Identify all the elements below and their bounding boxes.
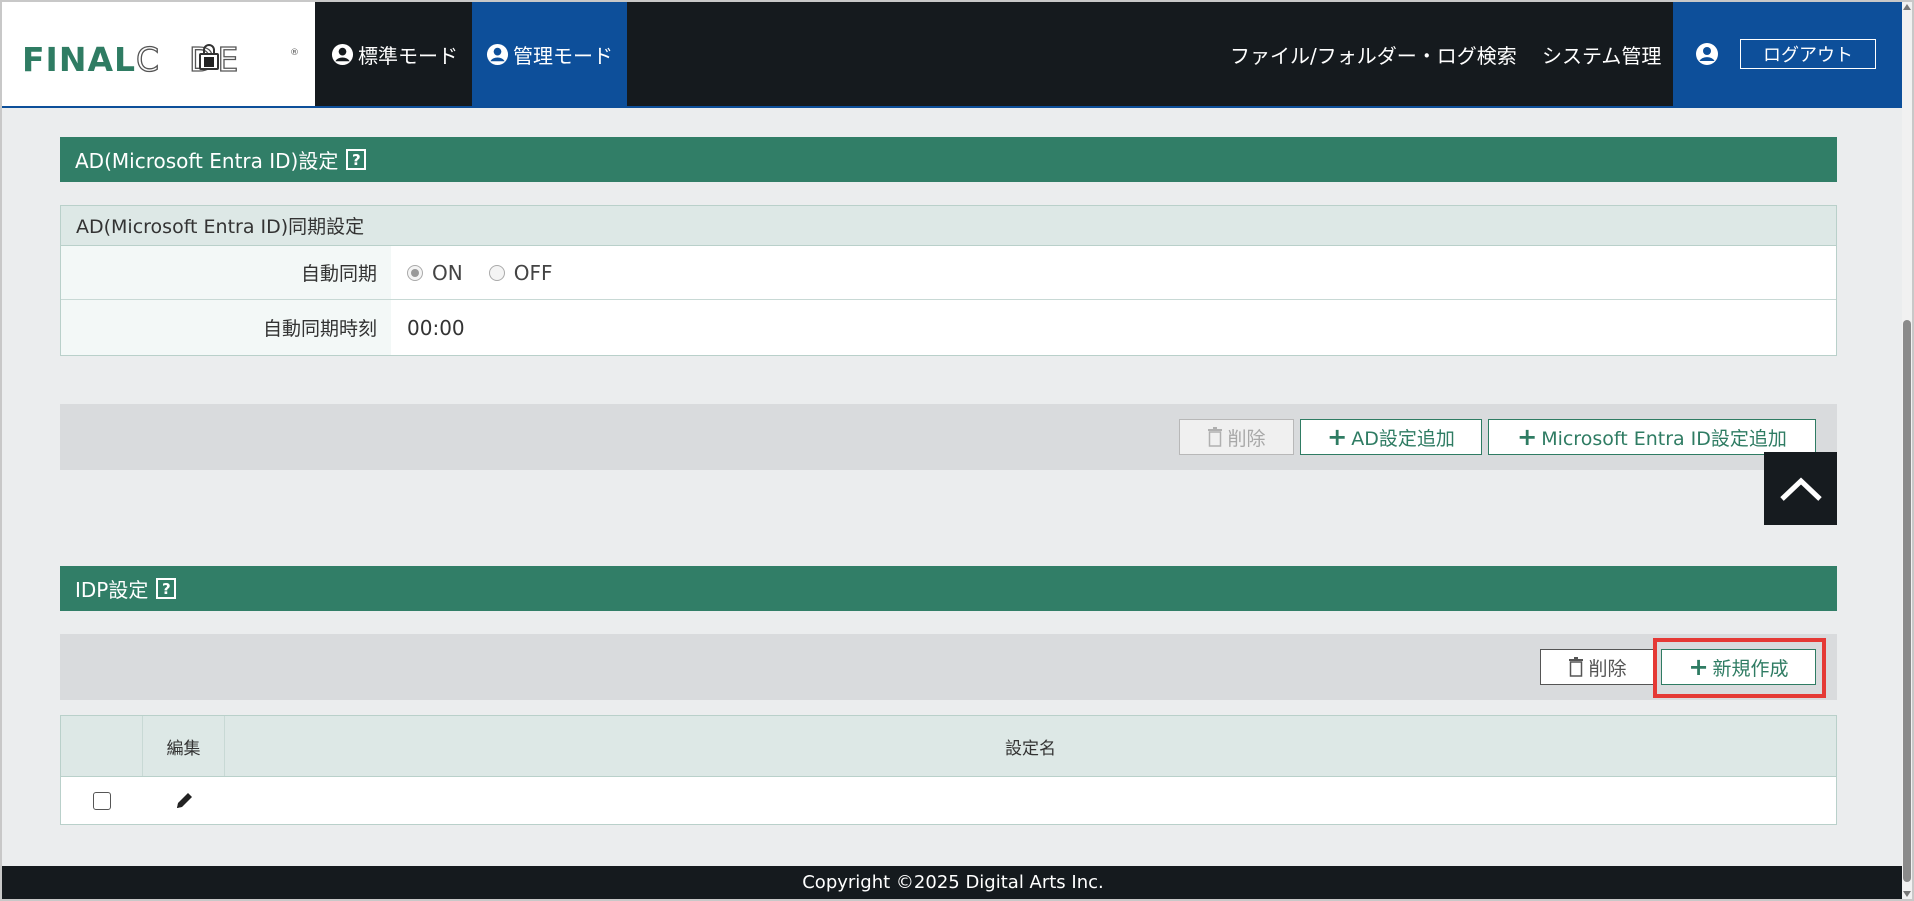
ad-settings-title: AD(Microsoft Entra ID)設定: [75, 149, 339, 173]
ad-sync-title: AD(Microsoft Entra ID)同期設定: [61, 206, 1836, 246]
scrollbar-thumb[interactable]: [1903, 320, 1911, 882]
setting-name-cell: [225, 777, 1836, 824]
finalcode-logo[interactable]: FINALC DE ®: [2, 2, 315, 106]
auto-sync-label: 自動同期: [61, 246, 391, 299]
scroll-to-top-button[interactable]: [1764, 452, 1837, 525]
admin-mode-label: 管理モード: [513, 43, 613, 68]
scroll-down-arrow-icon[interactable]: [1903, 891, 1911, 897]
user-circle-icon: [331, 43, 354, 65]
add-entra-id-settings-button[interactable]: + Microsoft Entra ID設定追加: [1488, 419, 1816, 455]
vertical-scrollbar[interactable]: [1902, 2, 1912, 899]
radio-selected-icon: [407, 264, 423, 281]
auto-sync-row: 自動同期 ON OFF: [61, 246, 1836, 300]
ad-delete-label: 削除: [1227, 427, 1266, 450]
auto-sync-time-row: 自動同期時刻 00:00: [61, 300, 1836, 355]
column-header-setting-name: 設定名: [1005, 738, 1056, 759]
footer: Copyright ©2025 Digital Arts Inc.: [2, 866, 1904, 899]
idp-delete-button[interactable]: 削除: [1540, 649, 1655, 685]
admin-mode-button[interactable]: 管理モード: [472, 2, 627, 106]
column-header-select: [61, 716, 143, 776]
lock-icon: [199, 44, 219, 70]
radio-unselected-icon: [488, 264, 505, 281]
ad-sync-settings-panel: AD(Microsoft Entra ID)同期設定 自動同期 ON OFF 自…: [60, 205, 1837, 356]
auto-sync-off-radio[interactable]: OFF: [488, 260, 553, 285]
nav-system-management[interactable]: システム管理: [1542, 2, 1661, 106]
auto-sync-time-label: 自動同期時刻: [61, 300, 391, 355]
trash-icon: [1569, 657, 1584, 677]
highlight-box: [1653, 638, 1826, 698]
auto-sync-time-value: 00:00: [407, 315, 465, 340]
logout-button[interactable]: ログアウト: [1740, 39, 1876, 69]
ad-toolbar: 削除 + AD設定追加 + Microsoft Entra ID設定追加: [60, 404, 1837, 470]
user-area: ログアウト: [1673, 2, 1904, 106]
add-entra-label: Microsoft Entra ID設定追加: [1541, 427, 1787, 450]
help-icon[interactable]: ?: [346, 149, 367, 170]
column-header-edit: 編集: [143, 716, 225, 776]
add-ad-settings-button[interactable]: + AD設定追加: [1300, 419, 1482, 455]
radio-on-label: ON: [432, 260, 463, 285]
top-header: FINALC DE ® 標準モード 管理モード ファイル/フォルダー・ログ検索 …: [2, 2, 1904, 108]
standard-mode-button[interactable]: 標準モード: [315, 2, 472, 106]
trash-icon: [1208, 427, 1223, 447]
idp-toolbar: 削除 + 新規作成: [60, 634, 1837, 700]
registered-mark: ®: [290, 48, 299, 58]
user-circle-icon: [486, 43, 509, 65]
add-ad-label: AD設定追加: [1351, 427, 1455, 450]
pencil-edit-icon[interactable]: [174, 791, 194, 811]
radio-off-label: OFF: [513, 260, 553, 285]
row-checkbox[interactable]: [93, 791, 111, 810]
plus-icon: +: [1517, 423, 1538, 451]
idp-delete-label: 削除: [1588, 657, 1627, 680]
ad-settings-header: AD(Microsoft Entra ID)設定 ?: [60, 137, 1837, 182]
idp-settings-header: IDP設定 ?: [60, 566, 1837, 611]
idp-settings-title: IDP設定: [75, 578, 149, 602]
ad-delete-button[interactable]: 削除: [1179, 419, 1294, 455]
standard-mode-label: 標準モード: [358, 43, 458, 68]
help-icon[interactable]: ?: [156, 578, 177, 599]
idp-table: 編集 設定名: [60, 715, 1837, 825]
account-icon[interactable]: [1695, 42, 1719, 66]
table-row: [61, 777, 1836, 824]
table-header: 編集 設定名: [61, 716, 1836, 777]
plus-icon: +: [1327, 423, 1348, 451]
chevron-up-icon: [1779, 477, 1822, 501]
nav-file-log-search[interactable]: ファイル/フォルダー・ログ検索: [1230, 2, 1517, 106]
scroll-up-arrow-icon[interactable]: [1903, 4, 1911, 10]
auto-sync-on-radio[interactable]: ON: [407, 261, 463, 285]
